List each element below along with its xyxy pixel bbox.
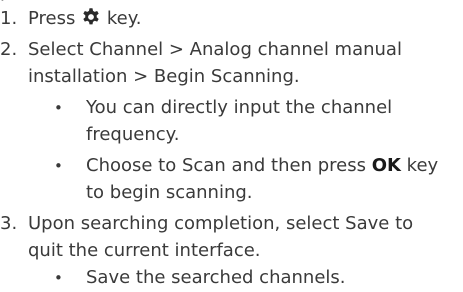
step-text: Press key. xyxy=(28,8,142,29)
step-number: 2. xyxy=(0,39,18,60)
bullet-text-line: Choose to Scan and then press OK key xyxy=(86,155,439,176)
bullet-icon: • xyxy=(54,157,63,175)
bullet-icon: • xyxy=(54,99,63,117)
bullet-icon: • xyxy=(54,269,63,287)
bullet-text-line: frequency. xyxy=(86,124,180,145)
step-text-line: installation > Begin Scanning. xyxy=(28,66,300,87)
step-number: 3. xyxy=(0,213,18,234)
ok-key-label: OK xyxy=(371,155,401,176)
step-number: 1. xyxy=(0,8,18,29)
gear-icon xyxy=(83,8,99,25)
bullet-text-line: to begin scanning. xyxy=(86,182,253,203)
step-text-line: Select Channel > Analog channel manual xyxy=(28,39,402,60)
bullet-text-line: Save the searched channels. xyxy=(86,267,346,288)
bullet-text-line: You can directly input the channel xyxy=(86,97,393,118)
step-text-line: quit the current interface. xyxy=(28,240,261,261)
step-text-line: Upon searching completion, select Save t… xyxy=(28,213,414,234)
